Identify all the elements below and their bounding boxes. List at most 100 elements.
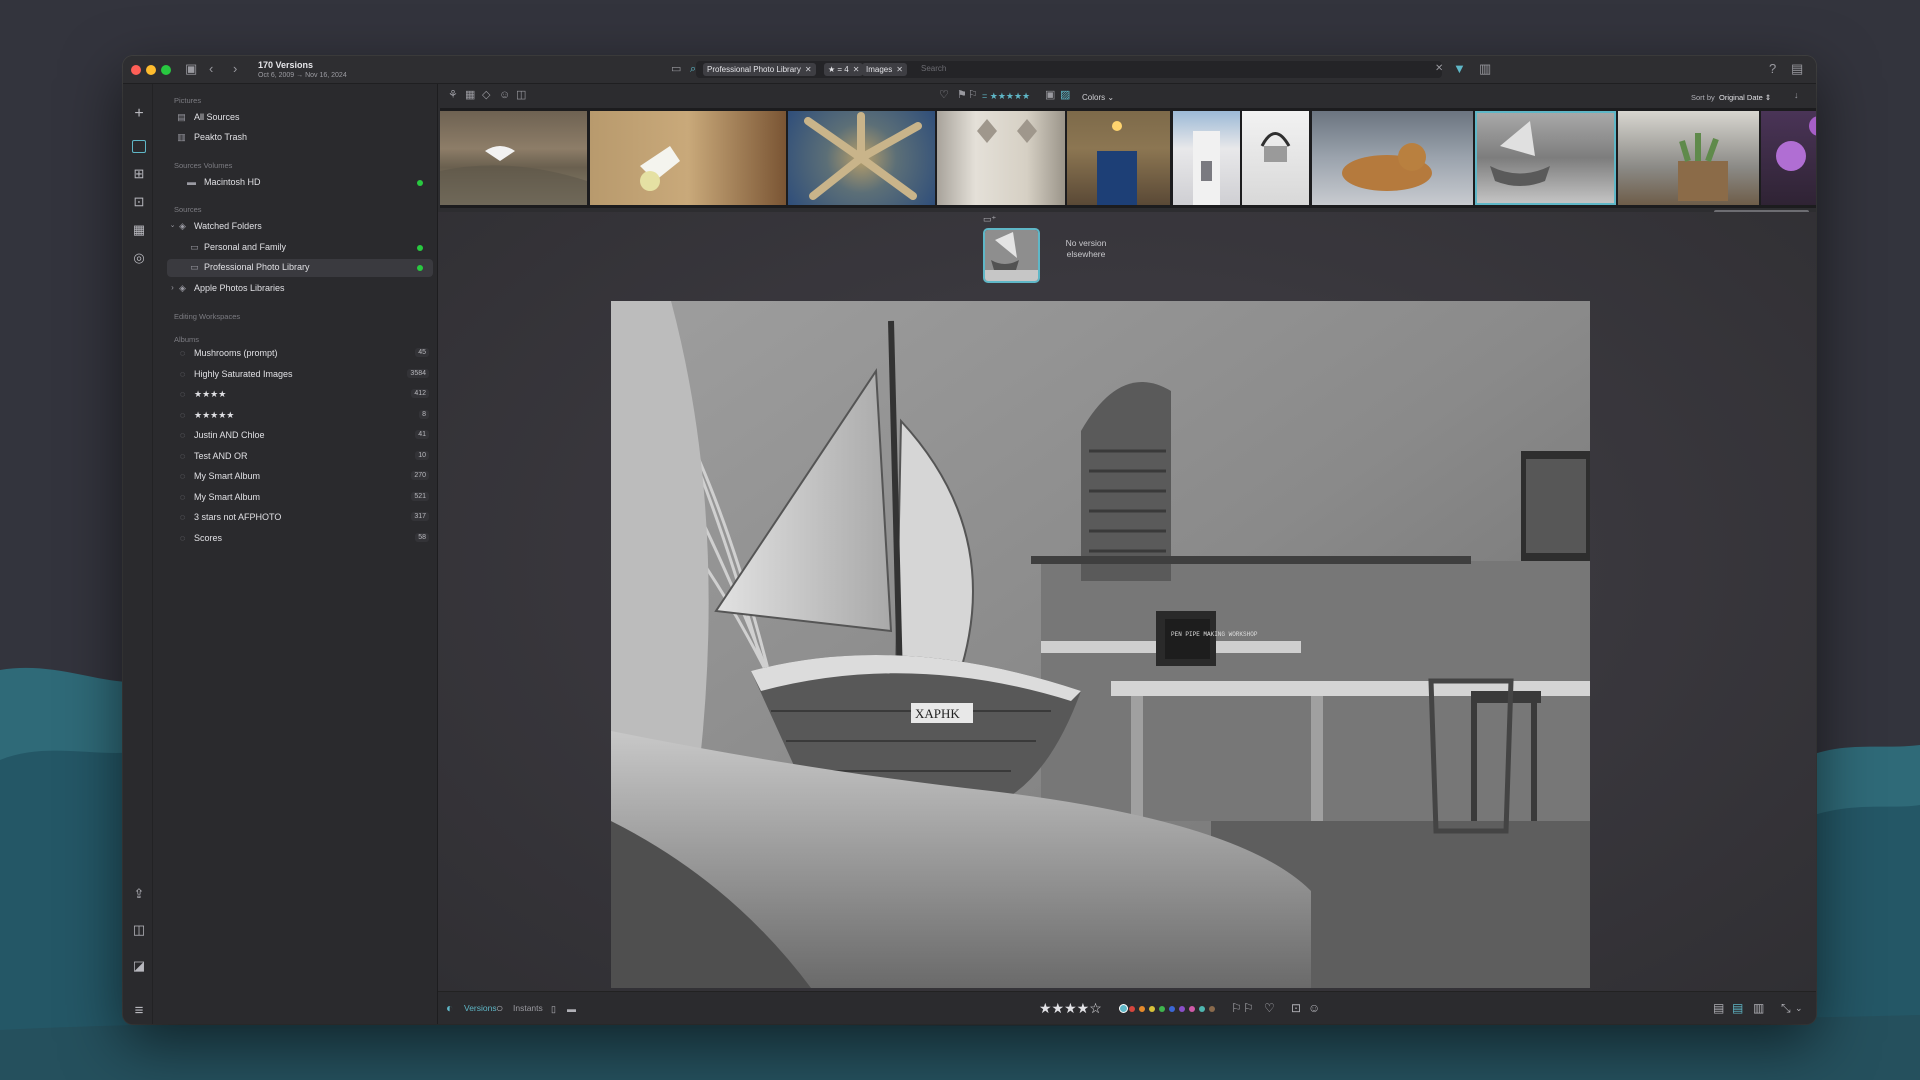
layout-viewer-icon[interactable]: ▤ (1732, 1001, 1743, 1015)
ai-search-icon[interactable]: ◫ (131, 922, 147, 938)
folder-open-icon[interactable]: ▬ (567, 1002, 576, 1016)
thumbnail-flowers[interactable] (1761, 111, 1816, 205)
minimize-window-button[interactable] (146, 65, 156, 75)
sort-direction-icon[interactable]: ↓ (1794, 89, 1799, 102)
person-icon[interactable]: ☺ (499, 89, 510, 102)
heart-icon[interactable]: ♡ (1264, 1001, 1275, 1015)
flag-icon[interactable]: ⚑ (957, 89, 967, 102)
versions-tab[interactable]: Versions (464, 1003, 497, 1013)
thumbnail-blue-door[interactable] (1067, 111, 1170, 205)
sidebar-album-item[interactable]: ◌ Justin AND Chloe 41 (167, 427, 433, 445)
fit-icon[interactable]: ⤡ (1781, 1001, 1791, 1015)
import-icon[interactable]: ⊡ (131, 194, 147, 210)
sidebar-album-item[interactable]: ◌ Highly Saturated Images 3584 (167, 366, 433, 384)
thumbnail-potted-plant[interactable] (1242, 111, 1309, 205)
layout-strip-icon[interactable]: ▤ (1713, 1001, 1724, 1015)
help-icon[interactable]: ? (1769, 62, 1776, 76)
ai-tools-icon[interactable]: ◪ (131, 958, 147, 974)
histogram-icon[interactable]: ▥ (1479, 62, 1491, 76)
instants-tab[interactable]: Instants (513, 1003, 543, 1013)
current-version-thumbnail[interactable] (983, 228, 1040, 283)
thumbnail-cat[interactable] (1312, 111, 1473, 205)
grid-view-icon[interactable]: ⊞ (131, 166, 147, 182)
search-placeholder[interactable]: Search (921, 64, 946, 73)
sidebar-toggle-icon[interactable]: ▣ (185, 62, 197, 76)
rating-filter[interactable]: = ★★★★★ (982, 90, 1030, 103)
thumbnail-agave[interactable] (788, 111, 935, 205)
sidebar-album-item[interactable]: ◌ Test AND OR 10 (167, 448, 433, 466)
face-detect-icon[interactable]: ⊡ (1291, 1001, 1301, 1015)
color-label-dot[interactable] (1209, 1006, 1215, 1012)
people-icon[interactable]: ◎ (131, 250, 147, 266)
thumbnail-white-doors[interactable] (937, 111, 1065, 205)
sort-dropdown[interactable]: Original Date ⇕ (1719, 91, 1771, 104)
color-label-dot[interactable] (1179, 1006, 1185, 1012)
clear-search-icon[interactable]: ✕ (1435, 62, 1443, 76)
sidebar-item-professional-library[interactable]: ▭ Professional Photo Library (167, 259, 433, 277)
calendar-icon[interactable]: ▦ (465, 89, 475, 102)
tag-icon[interactable]: ◇ (482, 89, 490, 102)
inspector-toggle-icon[interactable]: ▤ (1791, 62, 1803, 76)
image-type-icon[interactable]: ▣ (1045, 89, 1055, 102)
sidebar-album-item[interactable]: ◌ Mushrooms (prompt) 45 (167, 345, 433, 363)
sidebar-album-item[interactable]: ◌ Scores 58 (167, 530, 433, 548)
file-icon[interactable]: ▯ (551, 1002, 556, 1016)
sidebar-item-watched-folders[interactable]: ⌄ ◈ Watched Folders (167, 218, 433, 236)
versions-toggle-icon[interactable]: ◐ (446, 1001, 453, 1015)
filter-icon[interactable]: ▼ (1453, 62, 1466, 76)
chevron-down-icon[interactable]: ⌄ (1795, 1001, 1803, 1015)
filter-chip-library[interactable]: Professional Photo Library ✕ (703, 63, 816, 76)
remove-chip-icon[interactable]: ✕ (805, 65, 812, 74)
comment-icon[interactable]: ▭ (671, 62, 681, 76)
remove-chip-icon[interactable]: ✕ (853, 65, 860, 74)
sidebar-item-apple-photos[interactable]: › ◈ Apple Photos Libraries (167, 280, 433, 298)
hierarchy-icon[interactable]: ⚘ (448, 89, 458, 102)
sidebar-album-item[interactable]: ◌ ★★★★ 412 (167, 386, 433, 404)
photo-type-icon[interactable]: ▨ (1060, 89, 1070, 102)
main-photo[interactable]: ΧΑΡΗΚ PEN PIPE MAKING WORKSHOP (611, 301, 1590, 988)
color-label-dot[interactable] (1169, 1006, 1175, 1012)
thumbnail-cacti[interactable] (1618, 111, 1759, 205)
layout-grid-icon[interactable]: ▥ (1753, 1001, 1764, 1015)
back-arrow-icon[interactable]: ‹ (209, 62, 213, 76)
sidebar-album-item[interactable]: ◌ ★★★★★ 8 (167, 407, 433, 425)
heart-icon[interactable]: ♡ (939, 89, 949, 102)
color-label-dot[interactable] (1129, 1006, 1135, 1012)
compare-icon[interactable]: ◫ (516, 89, 526, 102)
thumbnail-egret[interactable] (440, 111, 587, 205)
sidebar-item-all-sources[interactable]: ▤ All Sources (167, 109, 433, 127)
map-icon[interactable]: ▦ (131, 222, 147, 238)
sidebar-album-item[interactable]: ◌ My Smart Album 521 (167, 489, 433, 507)
color-label-dot[interactable] (1199, 1006, 1205, 1012)
library-view-icon[interactable] (132, 140, 146, 153)
sidebar-item-macintosh-hd[interactable]: ▬ Macintosh HD (167, 174, 433, 192)
search-bar[interactable]: ⌕ Professional Photo Library ✕ ★ = 4 ✕ Ima… (690, 61, 1442, 78)
face-icon[interactable]: ☺ (1308, 1001, 1320, 1015)
colors-dropdown[interactable]: Colors ⌄ (1082, 91, 1114, 104)
thumbnail-church[interactable] (1173, 111, 1240, 205)
sidebar-album-item[interactable]: ◌ 3 stars not AFPHOTO 317 (167, 509, 433, 527)
color-label-dot[interactable] (1159, 1006, 1165, 1012)
rating-stars[interactable]: ★★★★☆ (1039, 1000, 1102, 1017)
color-label-dot[interactable] (1189, 1006, 1195, 1012)
forward-arrow-icon[interactable]: › (233, 62, 237, 76)
share-icon[interactable]: ⇪ (131, 886, 147, 902)
add-icon[interactable]: + (131, 106, 147, 122)
zoom-window-button[interactable] (161, 65, 171, 75)
color-label-dot[interactable] (1149, 1006, 1155, 1012)
flag-icon[interactable]: ⚐ (1231, 1001, 1242, 1015)
thumbnail-seagull[interactable] (590, 111, 786, 205)
menu-icon[interactable]: ≡ (131, 1003, 147, 1019)
remove-chip-icon[interactable]: ✕ (896, 65, 903, 74)
thumbnail-boat-workshop[interactable] (1475, 111, 1616, 205)
instants-toggle-icon[interactable]: ○ (496, 1001, 503, 1015)
close-window-button[interactable] (131, 65, 141, 75)
reject-flag-icon[interactable]: ⚐ (1243, 1001, 1254, 1015)
color-label-dot[interactable] (1139, 1006, 1145, 1012)
sidebar-item-trash[interactable]: ▥ Peakto Trash (167, 129, 433, 147)
sidebar-item-personal-family[interactable]: ▭ Personal and Family (167, 239, 433, 257)
filter-chip-rating[interactable]: ★ = 4 ✕ (824, 63, 864, 76)
sidebar-album-item[interactable]: ◌ My Smart Album 270 (167, 468, 433, 486)
reject-flag-icon[interactable]: ⚐ (968, 89, 978, 102)
color-label-dot[interactable] (1119, 1004, 1128, 1013)
